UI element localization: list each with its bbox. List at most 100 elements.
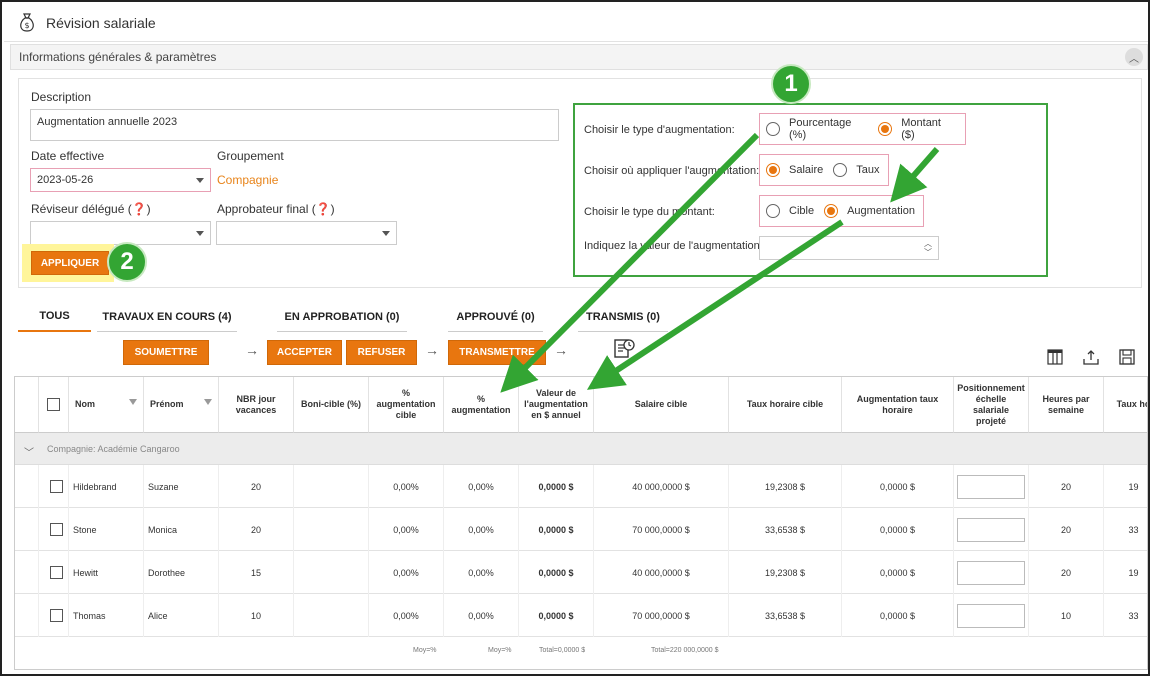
table-row[interactable]: Hildebrand Suzane 20 0,00% 0,00% 0,0000 $40 0… xyxy=(15,465,1147,508)
refuse-button[interactable]: REFUSER xyxy=(346,340,417,365)
col-aug-taux[interactable]: Augmentation taux horaire xyxy=(842,377,954,433)
table-row[interactable]: Stone Monica 20 0,00% 0,00% 0,0000 $70 000,00… xyxy=(15,508,1147,551)
col-valeur[interactable]: Valeur de l'augmentation en $ annuel xyxy=(519,377,594,433)
chevron-up-icon[interactable]: ︿ xyxy=(1125,48,1143,66)
cell-taux: 33,6538 $ xyxy=(729,594,842,637)
submit-button[interactable]: SOUMETTRE xyxy=(123,340,209,365)
cell-aug-taux: 0,0000 $ xyxy=(842,551,954,594)
tab-approuve[interactable]: APPROUVÉ (0) xyxy=(448,302,543,332)
col-vacances[interactable]: NBR jour vacances xyxy=(219,377,294,433)
radio-selected-icon[interactable] xyxy=(878,122,893,136)
col-pct-augmentation[interactable]: % augmentation xyxy=(444,377,519,433)
filter-icon[interactable] xyxy=(129,399,137,405)
positionnement-input[interactable] xyxy=(957,560,1025,585)
app-window: $ Révision salariale Informations généra… xyxy=(0,0,1150,676)
cell-vacances: 20 xyxy=(219,465,294,508)
grid-footer: Moy=% Moy=% Total=0,0000 $ Total=220 000… xyxy=(15,637,1147,665)
col-salaire-cible[interactable]: Salaire cible xyxy=(594,377,729,433)
row-checkbox[interactable] xyxy=(50,480,63,493)
positionnement-input[interactable] xyxy=(957,517,1025,542)
radio-selected-icon[interactable] xyxy=(766,163,780,177)
positionnement-input[interactable] xyxy=(957,474,1025,499)
page-title: Révision salariale xyxy=(46,14,156,31)
row-checkbox[interactable] xyxy=(50,566,63,579)
cell-vacances: 10 xyxy=(219,594,294,637)
positionnement-input[interactable] xyxy=(957,603,1025,628)
select-all-checkbox[interactable] xyxy=(47,398,60,411)
filter-icon[interactable] xyxy=(204,399,212,405)
col-pct-cible[interactable]: % augmentation cible xyxy=(369,377,444,433)
spinner-arrows-icon[interactable]: ︿ ﹀ xyxy=(924,239,932,257)
groupement-link[interactable]: Compagnie xyxy=(217,173,278,187)
date-effective-select[interactable]: 2023-05-26 xyxy=(30,168,211,192)
row-select-cell xyxy=(39,508,69,551)
columns-icon[interactable] xyxy=(1047,349,1063,365)
option-augmentation[interactable]: Augmentation xyxy=(824,204,915,218)
callout-badge-2: 2 xyxy=(107,242,147,282)
option-taux[interactable]: Taux xyxy=(833,163,880,177)
cell-salaire: 40 000,0000 $ xyxy=(594,551,729,594)
export-icon[interactable] xyxy=(1083,349,1099,365)
cell-valeur: 0,0000 $ xyxy=(519,465,594,508)
section-header[interactable]: Informations générales & paramètres ︿ xyxy=(10,44,1148,70)
col-taux-horaire[interactable]: Taux ho xyxy=(1104,377,1147,433)
col-prenom[interactable]: Prénom xyxy=(144,377,219,433)
radio-icon[interactable] xyxy=(833,163,848,177)
radio-selected-icon[interactable] xyxy=(824,204,839,218)
tab-approbation[interactable]: EN APPROBATION (0) xyxy=(277,302,407,332)
cell-valeur: 0,0000 $ xyxy=(519,594,594,637)
accept-button[interactable]: ACCEPTER xyxy=(267,340,342,365)
reviewer-select[interactable] xyxy=(30,221,211,245)
cell-taux: 33,6538 $ xyxy=(729,508,842,551)
type-augmentation-options: Pourcentage (%) Montant ($) xyxy=(759,113,966,145)
flow-arrow-icon: → xyxy=(554,342,568,358)
col-nom[interactable]: Nom xyxy=(69,377,144,433)
radio-icon[interactable] xyxy=(766,122,780,136)
cell-pct-cible: 0,00% xyxy=(369,551,444,594)
col-positionnement[interactable]: Positionnement échelle salariale projeté xyxy=(954,377,1029,433)
transmit-button[interactable]: TRANSMETTRE xyxy=(448,340,546,365)
option-cible[interactable]: Cible xyxy=(766,204,814,218)
cell-boni xyxy=(294,551,369,594)
tab-tous[interactable]: TOUS xyxy=(18,302,91,332)
row-checkbox[interactable] xyxy=(50,523,63,536)
callout-badge-1: 1 xyxy=(771,64,811,104)
option-montant[interactable]: Montant ($) xyxy=(878,117,955,141)
table-row[interactable]: Thomas Alice 10 0,00% 0,00% 0,0000 $70 000,00… xyxy=(15,594,1147,637)
col-taux-cible[interactable]: Taux horaire cible xyxy=(729,377,842,433)
history-clipboard-icon[interactable] xyxy=(612,337,636,361)
apply-button[interactable]: APPLIQUER xyxy=(31,251,109,275)
option-augmentation-label: Augmentation xyxy=(847,205,915,217)
approver-select[interactable] xyxy=(216,221,397,245)
col-prenom-label: Prénom xyxy=(150,399,184,409)
footer-total-valeur: Total=0,0000 $ xyxy=(539,647,586,654)
cell-boni xyxy=(294,508,369,551)
cell-taux-h: 33 xyxy=(1104,594,1147,637)
money-bag-icon: $ xyxy=(20,12,34,32)
description-input[interactable]: Augmentation annuelle 2023 xyxy=(30,109,559,141)
amount-type-label: Choisir le type du montant: xyxy=(584,206,715,218)
chevron-down-icon xyxy=(196,178,204,183)
amount-type-options: Cible Augmentation xyxy=(759,195,924,227)
option-pourcentage[interactable]: Pourcentage (%) xyxy=(766,117,868,141)
table-row[interactable]: Hewitt Dorothee 15 0,00% 0,00% 0,0000 $40 000… xyxy=(15,551,1147,594)
chevron-down-icon[interactable]: ﹀ xyxy=(24,444,34,459)
augmentation-value-input[interactable]: ︿ ﹀ xyxy=(759,236,939,260)
cell-nom: Stone xyxy=(69,508,144,551)
svg-text:$: $ xyxy=(24,21,29,30)
group-row[interactable]: ﹀ Compagnie: Académie Cangaroo xyxy=(15,433,1147,465)
save-icon[interactable] xyxy=(1119,349,1135,365)
radio-icon[interactable] xyxy=(766,204,780,218)
row-select-cell xyxy=(39,465,69,508)
tab-travaux[interactable]: TRAVAUX EN COURS (4) xyxy=(97,302,237,332)
row-checkbox[interactable] xyxy=(50,609,63,622)
cell-valeur: 0,0000 $ xyxy=(519,508,594,551)
col-boni[interactable]: Boni-cible (%) xyxy=(294,377,369,433)
tab-transmis[interactable]: TRANSMIS (0) xyxy=(578,302,668,332)
apply-where-label: Choisir où appliquer l'augmentation: xyxy=(584,165,760,177)
footer-total-salaire: Total=220 000,0000 $ xyxy=(651,647,719,654)
col-heures[interactable]: Heures par semaine xyxy=(1029,377,1104,433)
option-salaire[interactable]: Salaire xyxy=(766,163,823,177)
section-title: Informations générales & paramètres xyxy=(19,50,217,64)
cell-spacer xyxy=(15,508,39,551)
